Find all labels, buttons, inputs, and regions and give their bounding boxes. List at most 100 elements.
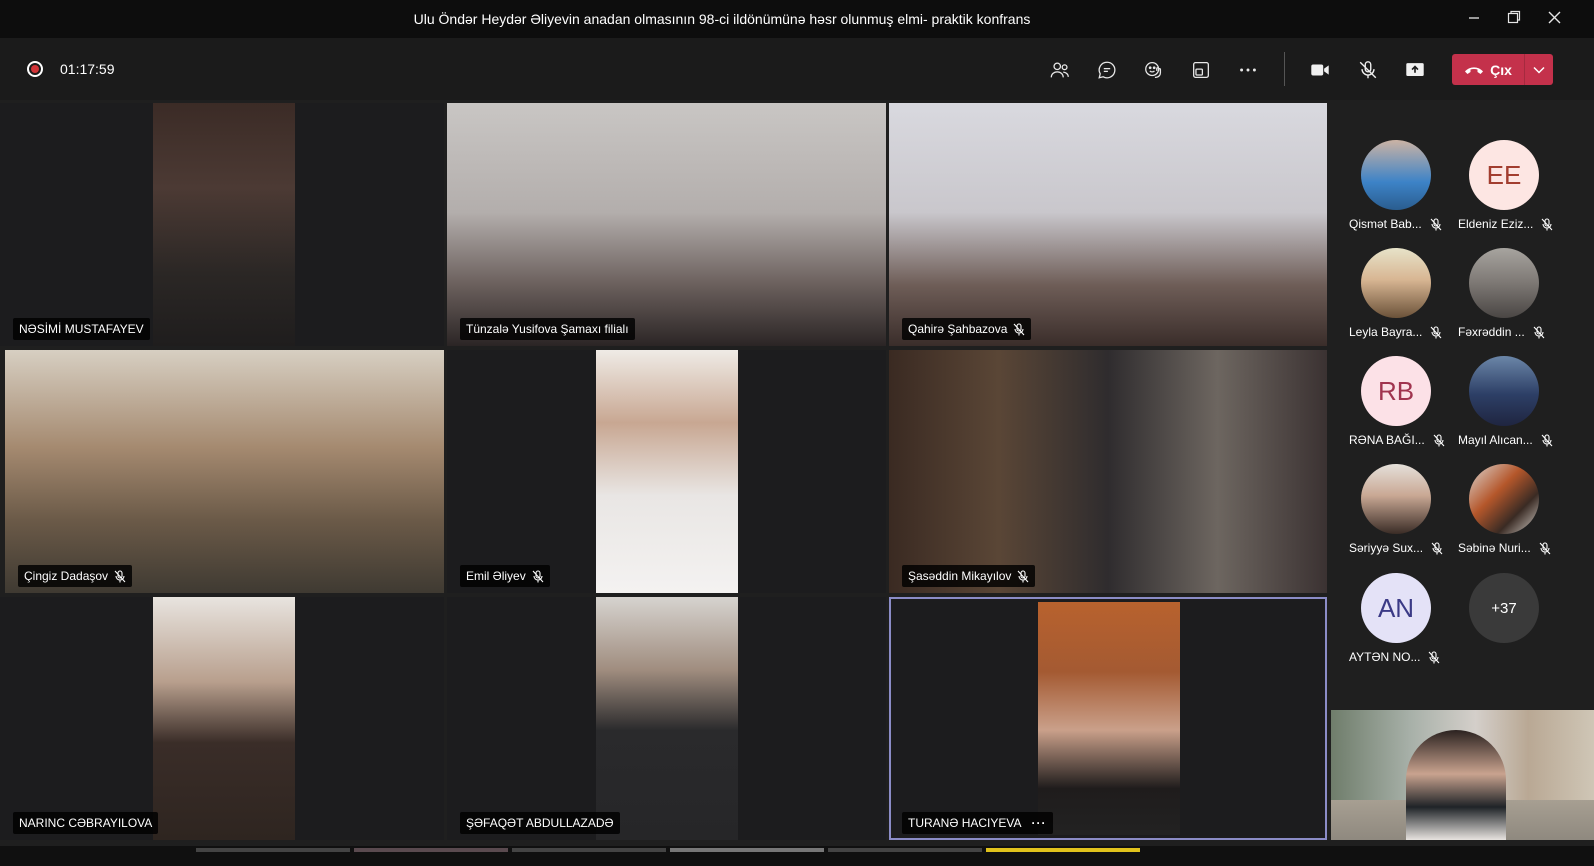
participant-roster: Qismət Bab... EE Eldeniz Eziz... Leyla B… [1330, 100, 1594, 710]
roster-name: Eldeniz Eziz... [1458, 217, 1534, 231]
avatar[interactable] [1361, 248, 1431, 318]
more-options-icon[interactable]: ··· [1032, 816, 1047, 830]
avatar[interactable]: RB [1361, 356, 1431, 426]
participants-icon [1050, 62, 1069, 78]
roster-name: Qismət Bab... [1349, 217, 1422, 231]
roster-name: AYTƏN NO... [1349, 650, 1421, 664]
participant-tile[interactable]: NƏSİMİ MUSTAFAYEV [0, 103, 444, 346]
more-participants-count: +37 [1491, 599, 1517, 617]
self-view-video [1331, 710, 1594, 840]
mic-off-icon [1017, 569, 1029, 583]
mic-off-icon [1433, 433, 1445, 447]
participant-tile[interactable]: Tünzalə Yusifova Şamaxı filialı [447, 103, 886, 346]
taskbar-item[interactable] [354, 848, 508, 852]
participant-video [889, 103, 1327, 346]
share-tray-icon [1193, 62, 1209, 78]
more-actions-button[interactable] [1230, 54, 1266, 86]
mic-off-icon [1359, 61, 1377, 79]
mic-off-icon [1428, 650, 1440, 664]
avatar[interactable]: EE [1469, 140, 1539, 210]
participant-video [889, 350, 1327, 593]
participant-tile-active[interactable]: TURANƏ HACIYEVA ··· [889, 597, 1327, 840]
taskbar-item[interactable] [512, 848, 666, 852]
mic-off-icon [1013, 322, 1025, 336]
share-tray-button[interactable] [1183, 54, 1219, 86]
video-stage: NƏSİMİ MUSTAFAYEV Tünzalə Yusifova Şamax… [0, 100, 1330, 846]
participant-video [153, 597, 295, 840]
participant-tile[interactable]: NARINC CƏBRAYILOVA [0, 597, 444, 840]
leave-options-button[interactable] [1524, 54, 1553, 85]
roster-name: Səbinə Nuri... [1458, 541, 1531, 555]
taskbar-item[interactable] [196, 848, 350, 852]
mic-off-icon [1541, 217, 1553, 231]
chat-icon [1098, 61, 1116, 79]
avatar[interactable] [1361, 140, 1431, 210]
self-view-person [1406, 730, 1506, 840]
leave-button[interactable]: Çıx [1452, 54, 1524, 85]
minimize-icon [1469, 17, 1479, 19]
participant-name: TURANƏ HACIYEVA [908, 816, 1022, 830]
more-participants-button[interactable]: +37 [1469, 573, 1539, 643]
raise-hand-icon [1145, 62, 1162, 78]
minimize-button[interactable] [1454, 6, 1494, 32]
roster-name: Fəxrəddin ... [1458, 325, 1525, 339]
avatar-initials: EE [1486, 159, 1522, 190]
avatar[interactable] [1469, 248, 1539, 318]
leave-label: Çıx [1490, 61, 1512, 78]
taskbar-item-active[interactable] [986, 848, 1140, 852]
recording-icon [27, 61, 43, 77]
avatar[interactable]: AN [1361, 573, 1431, 643]
chat-button[interactable] [1089, 54, 1125, 86]
participant-name: Tünzalə Yusifova Şamaxı filialı [466, 322, 629, 336]
mic-off-icon [114, 569, 126, 583]
taskbar-item[interactable] [670, 848, 824, 852]
mic-off-icon [1430, 217, 1442, 231]
avatar-initials: RB [1377, 375, 1415, 406]
participant-video [153, 103, 295, 346]
chevron-down-icon [1533, 66, 1545, 74]
participant-tile[interactable]: Qahirə Şahbazova [889, 103, 1327, 346]
camera-icon [1311, 64, 1329, 76]
toolbar-divider [1284, 52, 1285, 86]
participant-tile[interactable]: ŞƏFAQƏT ABDULLAZADƏ [447, 597, 886, 840]
participant-name: NƏSİMİ MUSTAFAYEV [19, 322, 144, 336]
close-icon [1548, 11, 1560, 24]
participant-tile[interactable]: Çingiz Dadaşov [5, 350, 444, 593]
participant-tile[interactable]: Emil Əliyev [447, 350, 886, 593]
hang-up-icon [1465, 66, 1484, 74]
title-bar: Ulu Öndər Heydər Əliyevin anadan olmasın… [0, 0, 1594, 38]
mic-off-icon [532, 569, 544, 583]
participant-name: NARINC CƏBRAYILOVA [19, 816, 153, 830]
maximize-button[interactable] [1494, 6, 1534, 32]
roster-name: Leyla Bayra... [1349, 325, 1423, 339]
participant-name: Qahirə Şahbazova [908, 322, 1008, 336]
participants-button[interactable] [1042, 54, 1078, 86]
participant-tile[interactable]: Şasəddin Mikayılov [889, 350, 1327, 593]
participant-name: ŞƏFAQƏT ABDULLAZADƏ [466, 816, 614, 830]
participant-name: Çingiz Dadaşov [24, 569, 109, 583]
participant-name: Şasəddin Mikayılov [908, 569, 1012, 583]
mic-off-icon [1431, 541, 1443, 555]
meeting-timer: 01:17:59 [60, 61, 115, 77]
participant-video [596, 350, 738, 593]
avatar-initials: AN [1377, 592, 1415, 623]
mic-off-icon [1541, 433, 1553, 447]
reactions-button[interactable] [1136, 54, 1172, 86]
taskbar [0, 846, 1594, 866]
avatar[interactable] [1469, 464, 1539, 534]
roster-name: Mayıl Alıcan... [1458, 433, 1533, 447]
share-screen-icon [1406, 63, 1424, 76]
mic-off-icon [1539, 541, 1551, 555]
more-icon [1240, 68, 1256, 72]
mic-off-icon [1533, 325, 1545, 339]
roster-name: RƏNA BAĞI... [1349, 433, 1425, 447]
microphone-button[interactable] [1350, 54, 1386, 86]
share-screen-button[interactable] [1397, 54, 1433, 86]
close-button[interactable] [1534, 6, 1574, 32]
participant-video [5, 350, 444, 593]
restore-icon [1507, 10, 1521, 24]
taskbar-item[interactable] [828, 848, 982, 852]
avatar[interactable] [1469, 356, 1539, 426]
camera-button[interactable] [1302, 54, 1338, 86]
avatar[interactable] [1361, 464, 1431, 534]
